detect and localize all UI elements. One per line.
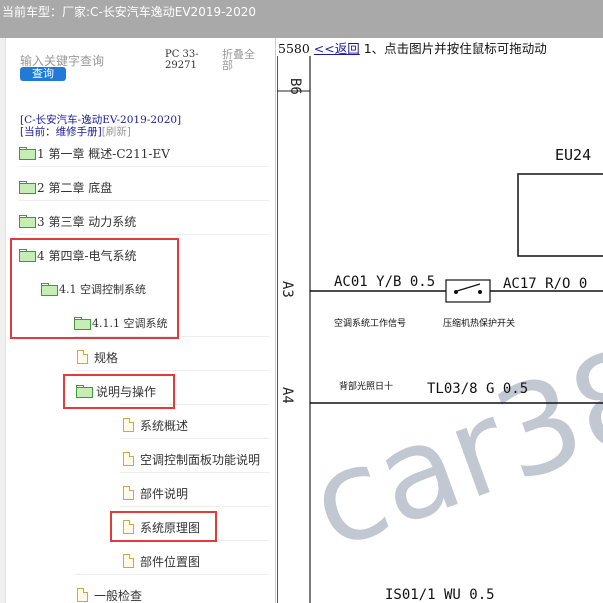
title-bar: 当前车型：厂家:C-长安汽车逸动EV2019-2020 bbox=[0, 0, 603, 38]
divider bbox=[120, 404, 270, 405]
tree-node-component-description[interactable]: 部件说明 bbox=[123, 482, 188, 504]
pc-code: PC 33-29271 bbox=[165, 49, 199, 71]
tree-node-chapter-4[interactable]: 4 第四章-电气系统 bbox=[19, 244, 137, 266]
tree-node-label: 1 第一章 概述-C211-EV bbox=[37, 146, 170, 161]
component-label: EU24 bbox=[555, 146, 591, 164]
row-label-a3: A3 bbox=[279, 281, 295, 298]
wire-label-bottom: IS01/1 WU 0.5 bbox=[385, 587, 495, 603]
caption-ac-signal: 空调系统工作信号 bbox=[334, 317, 406, 329]
tree-node-label: 规格 bbox=[94, 350, 119, 365]
tree-node-label: 一般检查 bbox=[94, 588, 143, 603]
tree-node-label: 部件位置图 bbox=[140, 554, 201, 569]
tree-node-chapter-3[interactable]: 3 第三章 动力系统 bbox=[19, 210, 136, 232]
tree-node-ac-panel-functions[interactable]: 空调控制面板功能说明 bbox=[123, 448, 260, 470]
folder-icon bbox=[76, 385, 93, 398]
wire-label-middle: TL03/8 G 0.5 bbox=[427, 381, 528, 397]
folder-icon bbox=[41, 283, 58, 296]
divider bbox=[120, 472, 270, 473]
folder-icon bbox=[19, 147, 36, 160]
switch-symbol-box bbox=[445, 279, 491, 303]
tree-node-label: 部件说明 bbox=[140, 486, 189, 501]
folder-icon bbox=[19, 215, 36, 228]
caption-compressor-switch: 压缩机热保护开关 bbox=[443, 317, 515, 329]
sidebar: 输入关键字查询 查询 PC 33-29271 折叠全部 [C-长安汽车-逸动EV… bbox=[0, 38, 276, 603]
tree-node-label: 4 第四章-电气系统 bbox=[37, 248, 137, 263]
row-label-b6: B6 bbox=[287, 78, 303, 95]
tree-node-chapter-1[interactable]: 1 第一章 概述-C211-EV bbox=[19, 142, 170, 164]
tree-node-ac-control[interactable]: 4.1 空调控制系统 bbox=[41, 278, 146, 300]
tree-node-specs[interactable]: 规格 bbox=[77, 346, 118, 368]
tree-node-label: 2 第二章 底盘 bbox=[37, 180, 113, 195]
file-icon bbox=[123, 554, 134, 568]
page-number: 5580 bbox=[278, 41, 310, 56]
folder-icon bbox=[74, 317, 91, 330]
refresh-link[interactable]: [刷新] bbox=[102, 126, 131, 138]
tree-node-label: 系统原理图 bbox=[140, 520, 201, 535]
tree-node-component-location[interactable]: 部件位置图 bbox=[123, 550, 200, 572]
manufacturer-text: 厂家:C-长安汽车逸动EV2019-2020 bbox=[62, 5, 256, 19]
tree-node-label: 空调控制面板功能说明 bbox=[140, 452, 261, 467]
divider bbox=[120, 540, 270, 541]
tree-node-label: 3 第三章 动力系统 bbox=[37, 214, 137, 229]
signal-label: 背部光照日十 bbox=[339, 380, 393, 392]
file-icon bbox=[77, 588, 88, 602]
sidebar-scrollbar[interactable] bbox=[0, 38, 6, 603]
tree-node-label: 系统概述 bbox=[140, 418, 189, 433]
tree-node-chapter-2[interactable]: 2 第二章 底盘 bbox=[19, 176, 112, 198]
file-icon bbox=[123, 486, 134, 500]
switch-contact bbox=[478, 290, 482, 294]
drag-instruction: 1、点击图片并按住鼠标可拖动动 bbox=[363, 41, 547, 56]
search-button[interactable]: 查询 bbox=[20, 67, 66, 81]
wiring-diagram[interactable]: car38 B6 A3 A4 EU24 AC01 Y/B 0.5 AC17 R/… bbox=[277, 38, 603, 603]
component-box bbox=[517, 173, 603, 257]
row-label-a4: A4 bbox=[279, 387, 295, 404]
current-manual-label: [当前：维修手册] bbox=[20, 126, 102, 138]
divider bbox=[19, 200, 269, 201]
tree-node-general-inspection[interactable]: 一般检查 bbox=[77, 584, 142, 603]
content-header: 5580 <<返回 1、点击图片并按住鼠标可拖动动 bbox=[277, 38, 603, 56]
tree-node-label: 说明与操作 bbox=[96, 384, 157, 399]
divider bbox=[120, 506, 270, 507]
wire-label-top-right: AC17 R/O 0 bbox=[503, 276, 587, 292]
file-icon bbox=[123, 520, 134, 534]
tree-node-label: 4.1.1 空调系统 bbox=[92, 317, 168, 330]
divider bbox=[120, 438, 270, 439]
file-icon bbox=[77, 350, 88, 364]
tree-node-system-overview[interactable]: 系统概述 bbox=[123, 414, 188, 436]
divider bbox=[74, 574, 269, 575]
tree-node-description-operation[interactable]: 说明与操作 bbox=[76, 380, 156, 402]
content-pane: 5580 <<返回 1、点击图片并按住鼠标可拖动动 car38 B6 A3 A4… bbox=[277, 38, 603, 603]
divider bbox=[74, 336, 269, 337]
wire-label-top: AC01 Y/B 0.5 bbox=[334, 274, 435, 290]
watermark-text: car38 bbox=[293, 320, 603, 578]
file-icon bbox=[123, 452, 134, 466]
tree-node-label: 4.1 空调控制系统 bbox=[59, 283, 146, 296]
divider bbox=[74, 370, 269, 371]
fold-all-link[interactable]: 折叠全部 bbox=[222, 49, 264, 71]
divider bbox=[19, 234, 269, 235]
divider bbox=[19, 166, 269, 167]
back-link[interactable]: <<返回 bbox=[314, 41, 360, 56]
folder-icon bbox=[19, 249, 36, 262]
current-model-label: 当前车型： bbox=[2, 5, 63, 19]
folder-icon bbox=[19, 181, 36, 194]
tree-node-ac-system[interactable]: 4.1.1 空调系统 bbox=[74, 312, 168, 334]
tree-node-system-schematic[interactable]: 系统原理图 bbox=[123, 516, 200, 538]
file-icon bbox=[123, 418, 134, 432]
current-section-line: [当前：维修手册][刷新] bbox=[20, 124, 131, 139]
